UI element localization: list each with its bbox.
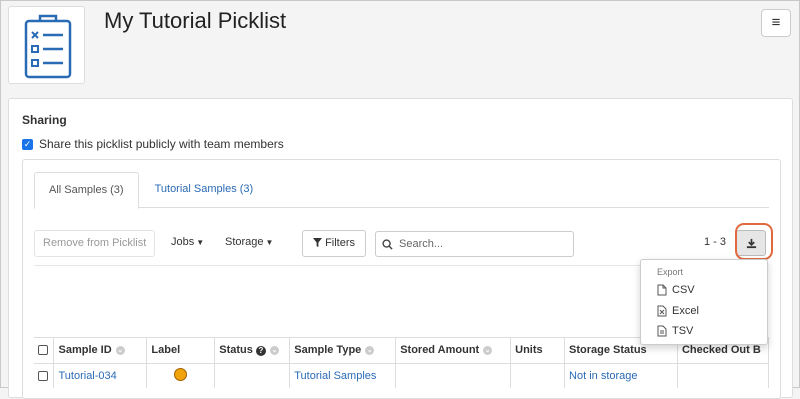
download-icon: [746, 238, 756, 248]
share-checkbox[interactable]: ✓: [22, 138, 33, 150]
column-header-sample-id[interactable]: Sample ID ⌄: [53, 338, 148, 364]
export-csv-label: CSV: [672, 284, 695, 296]
row-select-cell[interactable]: [34, 363, 55, 388]
remove-from-picklist-button[interactable]: Remove from Picklist: [34, 230, 156, 257]
page-title: My Tutorial Picklist: [104, 8, 287, 33]
export-excel-label: Excel: [672, 305, 699, 317]
jobs-dropdown[interactable]: Jobs ▼: [171, 236, 204, 248]
chevron-down-icon[interactable]: ⌄: [483, 345, 493, 355]
filter-icon: [313, 238, 322, 247]
column-header-units[interactable]: Units: [510, 338, 566, 364]
grid-toolbar: Remove from Picklist Jobs ▼ Storage ▼ Filt…: [34, 230, 769, 260]
sharing-title: Sharing: [22, 113, 67, 127]
column-label: Label: [151, 344, 181, 357]
jobs-label: Jobs: [171, 236, 195, 248]
menu-button[interactable]: ≡: [761, 9, 791, 37]
caret-down-icon: ▼: [196, 238, 205, 247]
export-menu-header: Export: [657, 267, 684, 277]
file-icon: [657, 284, 667, 296]
select-all-header[interactable]: [34, 338, 55, 364]
sample-type-link[interactable]: Tutorial Samples: [289, 363, 397, 388]
export-menu: Export CSV Excel TSV: [640, 259, 768, 345]
search-box[interactable]: [375, 231, 574, 257]
export-tsv-item[interactable]: TSV: [657, 325, 693, 337]
column-label: Sample ID: [58, 344, 112, 357]
caret-down-icon: ▼: [265, 238, 274, 247]
excel-file-icon: [657, 305, 667, 317]
checked-out-by-cell: [677, 363, 769, 388]
share-checkbox-label: Share this picklist publicly with team m…: [39, 137, 284, 151]
sample-id-link[interactable]: Tutorial-034: [53, 363, 148, 388]
units-cell: [510, 363, 566, 388]
row-checkbox[interactable]: [38, 370, 48, 381]
text-file-icon: [657, 325, 667, 337]
export-csv-item[interactable]: CSV: [657, 284, 695, 296]
paging-info: 1 - 3: [704, 236, 727, 248]
search-input[interactable]: [397, 237, 567, 251]
column-header-label[interactable]: Label: [146, 338, 216, 364]
filters-label: Filters: [325, 237, 356, 249]
select-all-checkbox[interactable]: [38, 345, 48, 356]
share-checkbox-row[interactable]: ✓ Share this picklist publicly with team…: [22, 137, 284, 151]
column-label: Units: [515, 344, 543, 357]
chevron-down-icon[interactable]: ⌄: [365, 345, 375, 355]
export-tsv-label: TSV: [672, 325, 694, 337]
tab-bar: All Samples (3) Tutorial Samples (3): [34, 172, 769, 209]
tab-all-samples[interactable]: All Samples (3): [34, 172, 139, 209]
storage-dropdown[interactable]: Storage ▼: [225, 236, 273, 248]
export-button[interactable]: [736, 230, 766, 256]
help-icon[interactable]: ?: [255, 346, 266, 357]
column-label: Checked Out B: [681, 344, 761, 357]
storage-label: Storage: [225, 236, 264, 248]
column-label: Sample Type: [294, 344, 362, 357]
export-excel-item[interactable]: Excel: [657, 305, 699, 317]
stored-amount-cell: [395, 363, 512, 388]
status-cell: [214, 363, 291, 388]
column-label: Storage Status: [569, 344, 647, 357]
column-header-status[interactable]: Status? ⌄: [214, 338, 291, 364]
search-icon: [382, 238, 393, 250]
chevron-down-icon[interactable]: ⌄: [115, 345, 125, 355]
column-header-stored-amount[interactable]: Stored Amount ⌄: [395, 338, 512, 364]
filters-button[interactable]: Filters: [302, 230, 367, 257]
hamburger-icon: ≡: [771, 14, 781, 31]
column-label: Status: [219, 344, 253, 357]
label-color-dot: [174, 367, 188, 381]
app-icon: [8, 6, 85, 84]
table-row: Tutorial-034 Tutorial Samples Not in sto…: [34, 363, 769, 388]
storage-status-link[interactable]: Not in storage: [564, 363, 678, 388]
tab-tutorial-samples[interactable]: Tutorial Samples (3): [141, 172, 268, 208]
column-label: Stored Amount: [400, 344, 480, 357]
label-cell: [146, 363, 216, 388]
column-header-sample-type[interactable]: Sample Type ⌄: [289, 338, 397, 364]
clipboard-list-icon: [24, 14, 72, 79]
chevron-down-icon[interactable]: ⌄: [269, 345, 279, 355]
